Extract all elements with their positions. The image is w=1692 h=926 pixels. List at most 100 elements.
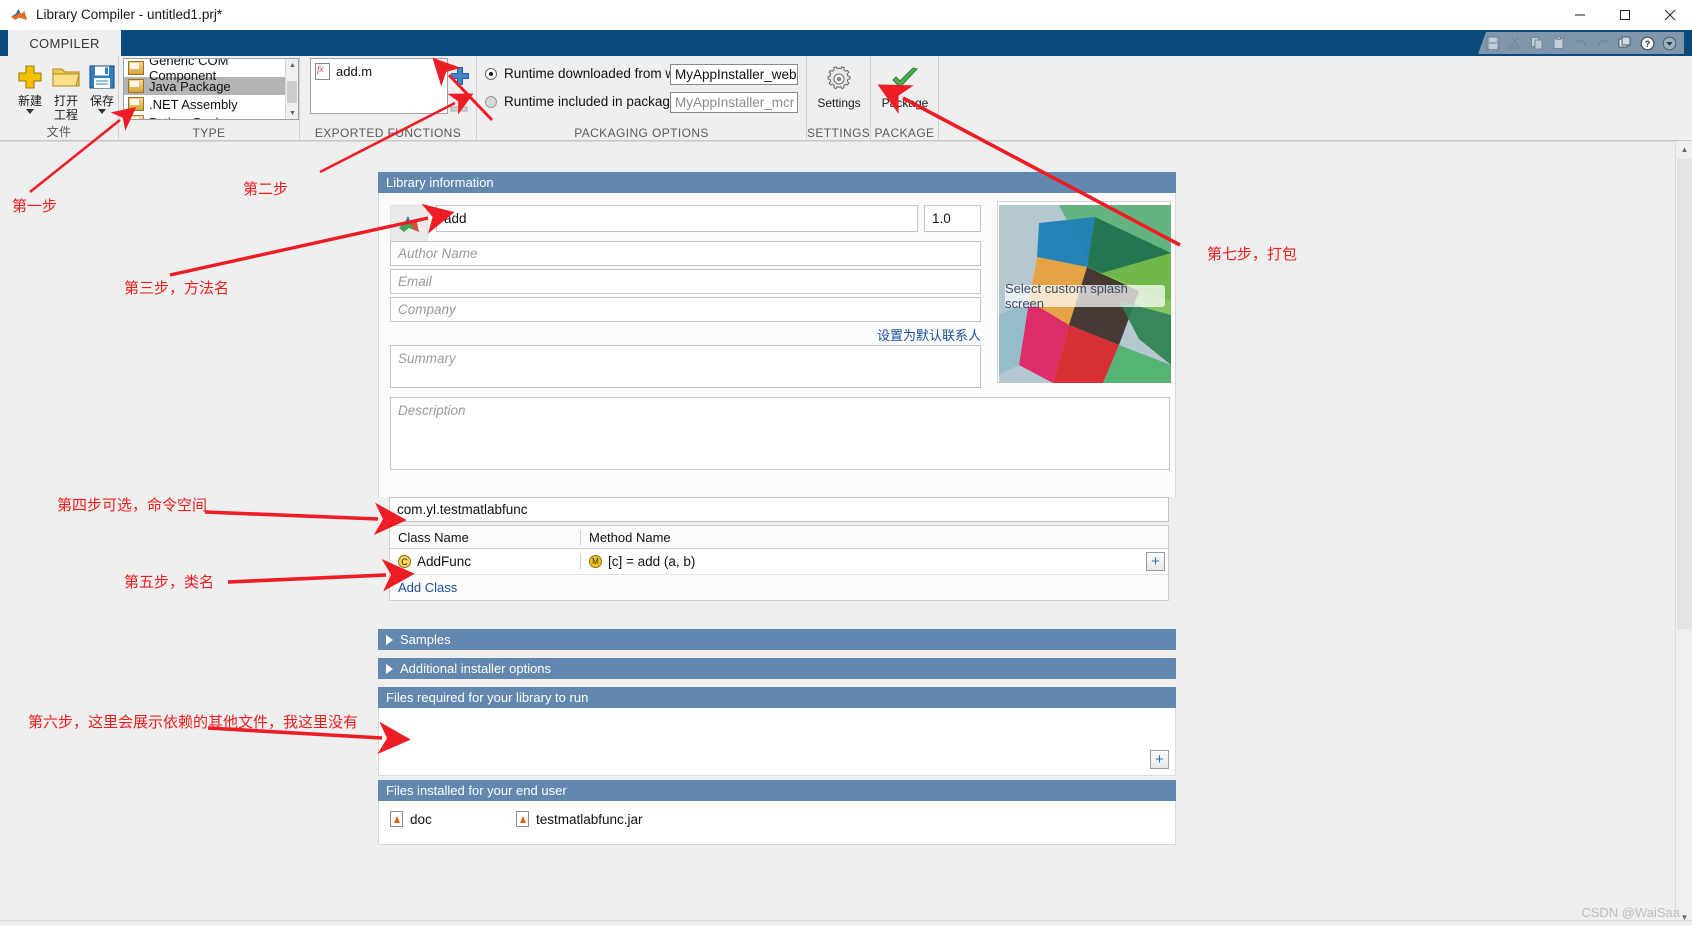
package-button[interactable]: Package [877, 62, 933, 110]
window-controls [1557, 0, 1692, 30]
app-name-input[interactable]: add [436, 205, 918, 232]
annotation-step-7: 第七步，打包 [1207, 246, 1298, 263]
samples-header[interactable]: Samples [378, 629, 1176, 650]
type-item-label-3: Python Package [149, 115, 244, 120]
library-information-header: Library information [378, 172, 1176, 193]
ribbon: 新建 打开 工程 保存 文件 Generic COM Component Jav… [0, 56, 1692, 141]
cell-class-name[interactable]: C AddFunc [390, 554, 580, 569]
table-row[interactable]: C AddFunc M [c] = add (a, b) + [390, 549, 1168, 575]
matlab-logo-icon [10, 6, 28, 24]
type-list-item-dotnet-assembly[interactable]: .NET Assembly [124, 95, 298, 113]
additional-installer-options-header[interactable]: Additional installer options [378, 658, 1176, 679]
chevron-right-icon-samples [386, 634, 393, 645]
redo-icon[interactable] [1592, 33, 1614, 53]
samples-section[interactable]: Samples [378, 629, 1176, 650]
chevron-down-icon-save[interactable] [98, 109, 106, 114]
summary-input[interactable]: Summary [390, 345, 981, 388]
annotation-step-4: 第四步可选，命令空间 [57, 497, 208, 514]
library-compiler-window: Library Compiler - untitled1.prj* COMPIL… [0, 0, 1692, 926]
samples-title: Samples [400, 632, 451, 647]
main-scrollbar[interactable]: ▲ ▼ [1675, 141, 1692, 926]
quick-access-toolbar: ? [1478, 32, 1684, 54]
exported-functions-list[interactable]: add.m [310, 58, 448, 114]
chevron-right-icon-installer [386, 663, 393, 674]
add-exported-function-button[interactable] [450, 66, 469, 85]
close-button[interactable] [1647, 0, 1692, 30]
scroll-down-icon[interactable]: ▼ [286, 107, 298, 119]
java-package-icon [128, 79, 144, 93]
type-list-scrollbar[interactable]: ▲ ▼ [285, 59, 298, 119]
remove-exported-function-button[interactable] [450, 100, 468, 112]
scroll-up-arrow-icon[interactable]: ▲ [1676, 141, 1692, 158]
library-information-panel: Library information add 1.0 Author Name … [378, 172, 1176, 503]
gear-icon [811, 62, 867, 96]
dotnet-assembly-icon [128, 97, 144, 111]
main-content: Library information add 1.0 Author Name … [0, 141, 1692, 926]
scroll-up-icon[interactable]: ▲ [286, 59, 298, 71]
m-file-icon [315, 63, 330, 80]
radio-runtime-web[interactable] [485, 67, 497, 80]
save-icon[interactable] [1482, 33, 1504, 53]
more-options-icon[interactable] [1658, 33, 1680, 53]
copy-icon[interactable] [1526, 33, 1548, 53]
description-input[interactable]: Description [390, 397, 1170, 470]
add-class-link[interactable]: Add Class [398, 580, 457, 595]
runtime-included-option[interactable]: Runtime included in package [485, 94, 677, 109]
add-method-button[interactable]: + [1146, 552, 1165, 571]
installed-file-item-jar[interactable]: testmatlabfunc.jar [516, 811, 643, 827]
type-list-item-generic-com[interactable]: Generic COM Component [124, 59, 298, 83]
installed-file-label-jar: testmatlabfunc.jar [536, 811, 643, 827]
paste-icon[interactable] [1548, 33, 1570, 53]
layout-icon[interactable] [1614, 33, 1636, 53]
window-title: Library Compiler - untitled1.prj* [36, 7, 223, 22]
python-package-icon [128, 115, 144, 119]
ribbon-tab-strip: COMPILER ? [0, 30, 1692, 56]
class-name-value: AddFunc [417, 554, 472, 569]
files-installed-body[interactable]: doc testmatlabfunc.jar [378, 801, 1176, 845]
splash-screen-image[interactable]: Select custom splash screen [999, 205, 1171, 383]
main-scroll-thumb[interactable] [1677, 159, 1692, 629]
cut-icon[interactable] [1504, 33, 1526, 53]
undo-icon[interactable] [1570, 33, 1592, 53]
add-required-file-button[interactable]: + [1150, 750, 1169, 769]
runtime-web-option[interactable]: Runtime downloaded from web [485, 66, 690, 81]
author-name-input[interactable]: Author Name [390, 241, 981, 266]
installer-mcr-name-input[interactable]: MyAppInstaller_mcr [670, 92, 798, 113]
package-namespace-panel: com.yl.testmatlabfunc Class Name Method … [378, 497, 1176, 618]
add-class-row[interactable]: Add Class [390, 575, 1168, 600]
help-icon[interactable]: ? [1636, 33, 1658, 53]
type-list-item-python-package[interactable]: Python Package [124, 113, 298, 120]
email-input[interactable]: Email [390, 269, 981, 294]
cell-method-name[interactable]: M [c] = add (a, b) [580, 554, 1146, 569]
chevron-down-icon[interactable] [26, 109, 34, 114]
minimize-button[interactable] [1557, 0, 1602, 30]
app-icon-button[interactable] [390, 205, 428, 243]
svg-text:?: ? [1644, 39, 1650, 49]
namespace-input[interactable]: com.yl.testmatlabfunc [389, 497, 1169, 522]
package-namespace-body: com.yl.testmatlabfunc Class Name Method … [378, 497, 1176, 618]
splash-screen-frame[interactable]: Select custom splash screen [997, 201, 1171, 383]
type-list[interactable]: Generic COM Component Java Package .NET … [123, 58, 299, 120]
files-required-section: Files required for your library to run + [378, 687, 1176, 776]
set-default-contact-link[interactable]: 设置为默认联系人 [877, 325, 981, 344]
radio-runtime-included[interactable] [485, 95, 497, 108]
maximize-button[interactable] [1602, 0, 1647, 30]
ribbon-group-type-label: TYPE [192, 126, 226, 140]
version-input[interactable]: 1.0 [924, 205, 981, 232]
check-icon [877, 62, 933, 96]
company-input[interactable]: Company [390, 297, 981, 322]
status-strip [0, 920, 1692, 926]
tab-compiler[interactable]: COMPILER [8, 30, 121, 56]
exported-function-item[interactable]: add.m [315, 63, 443, 80]
additional-installer-options-section[interactable]: Additional installer options [378, 658, 1176, 679]
splash-screen-label[interactable]: Select custom splash screen [1005, 281, 1165, 311]
settings-button[interactable]: Settings [811, 62, 867, 110]
watermark: CSDN @WaiSaa [1581, 905, 1680, 920]
files-required-body[interactable]: + [378, 708, 1176, 776]
ribbon-group-settings: Settings SETTINGS [807, 56, 871, 141]
installer-web-name-input[interactable]: MyAppInstaller_web [670, 64, 798, 85]
runtime-web-label: Runtime downloaded from web [504, 66, 691, 81]
ribbon-group-package: Package PACKAGE [871, 56, 939, 141]
scroll-thumb[interactable] [287, 81, 297, 103]
installed-file-item-doc[interactable]: doc [390, 811, 432, 827]
